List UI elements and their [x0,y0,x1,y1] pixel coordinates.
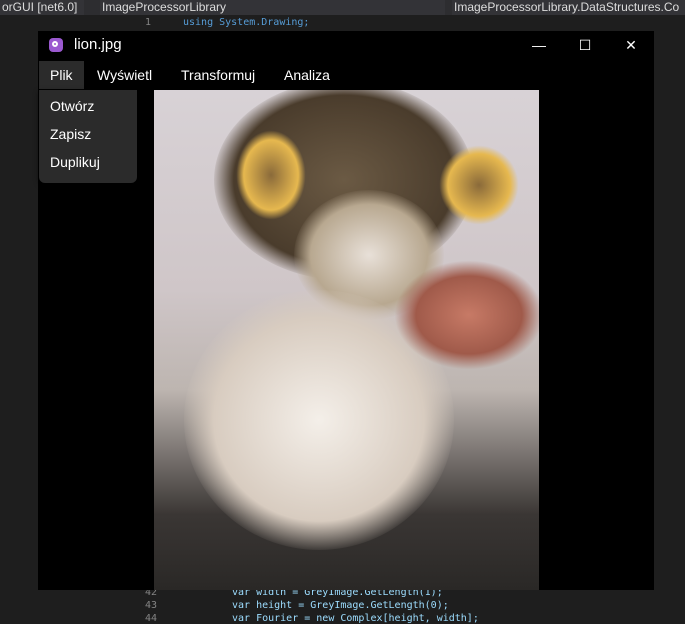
title-bar[interactable]: lion.jpg — ☐ ✕ [38,31,654,59]
window-title: lion.jpg [74,36,122,53]
ide-toolbar: orGUI [net6.0] ImageProcessorLibrary Ima… [0,0,685,15]
file-combo[interactable]: ImageProcessorLibrary [100,0,445,15]
project-combo[interactable]: orGUI [net6.0] [0,0,84,15]
menu-item-duplikuj[interactable]: Duplikuj [50,154,100,170]
close-button[interactable]: ✕ [608,31,654,59]
minimize-button[interactable]: — [516,31,562,59]
menu-item-otworz[interactable]: Otwórz [50,98,94,114]
menu-bar: Plik Wyświetl Transformuj Analiza [38,61,654,89]
member-combo[interactable]: ImageProcessorLibrary.DataStructures.Co [452,0,685,15]
app-icon [49,38,63,52]
image-window: lion.jpg — ☐ ✕ Plik Wyświetl Transformuj… [38,31,654,590]
plik-dropdown-menu: Otwórz Zapisz Duplikuj [39,90,137,183]
menu-transformuj[interactable]: Transformuj [170,61,266,89]
code-line[interactable]: using System.Drawing; [183,17,309,28]
line-number: 1 [145,17,152,28]
line-number: 43 [145,600,158,611]
menu-item-zapisz[interactable]: Zapisz [50,126,91,142]
image-canvas [154,90,539,590]
menu-plik[interactable]: Plik [39,61,84,89]
code-line[interactable]: var height = GreyImage.GetLength(0); [232,600,449,611]
maximize-button[interactable]: ☐ [562,31,608,59]
menu-wyswietl[interactable]: Wyświetl [86,61,163,89]
menu-analiza[interactable]: Analiza [273,61,341,89]
